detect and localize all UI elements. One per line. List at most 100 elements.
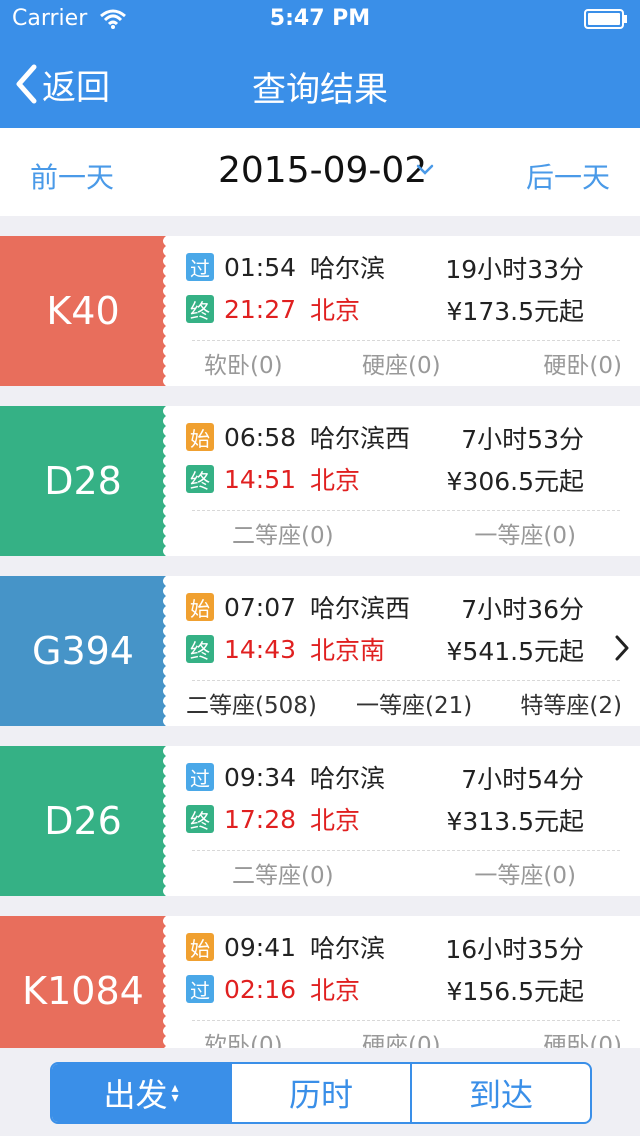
divider bbox=[192, 680, 620, 681]
seat-type: 软卧(0) bbox=[204, 1033, 283, 1048]
departure-time: 06:58 bbox=[224, 422, 297, 452]
travel-duration: 16小时35分 bbox=[445, 935, 584, 964]
divider bbox=[192, 510, 620, 511]
departure-time: 09:34 bbox=[224, 762, 297, 792]
seat-type: 一等座(0) bbox=[474, 523, 576, 549]
train-number-ticket: K1084 bbox=[0, 916, 166, 1048]
departure-station: 哈尔滨 bbox=[310, 764, 386, 793]
sort-arrows-icon: ▴ ▾ bbox=[171, 1080, 179, 1106]
ticket-perforation bbox=[163, 406, 166, 556]
sort-bar: 出发 ▴ ▾ 历时 到达 bbox=[0, 1048, 640, 1136]
end-badge: 终 bbox=[186, 465, 214, 493]
ticket-price: ¥313.5元起 bbox=[446, 807, 584, 836]
sort-by-arrival[interactable]: 到达 bbox=[410, 1064, 590, 1122]
arrival-station: 北京 bbox=[310, 466, 361, 495]
seat-type: 一等座(0) bbox=[474, 863, 576, 889]
ticket-perforation bbox=[163, 746, 166, 896]
end-badge: 终 bbox=[186, 805, 214, 833]
departure-time: 09:41 bbox=[224, 932, 297, 962]
seat-availability: 软卧(0) 硬座(0) 硬卧(0) bbox=[186, 1024, 622, 1048]
end-badge: 终 bbox=[186, 635, 214, 663]
arrival-station: 北京 bbox=[310, 296, 361, 325]
arrival-time: 14:51 bbox=[224, 464, 297, 494]
seat-type: 二等座(0) bbox=[232, 523, 334, 549]
sort-by-duration[interactable]: 历时 bbox=[230, 1064, 410, 1122]
train-number: K40 bbox=[46, 289, 120, 333]
seat-availability: 软卧(0) 硬座(0) 硬卧(0) bbox=[186, 344, 622, 382]
date-selector[interactable]: 2015-09-02 bbox=[218, 150, 427, 191]
arrival-row: 过 02:16 北京 bbox=[186, 972, 360, 1006]
travel-duration: 7小时54分 bbox=[461, 765, 584, 794]
train-number-ticket: K40 bbox=[0, 236, 166, 386]
train-card-k40[interactable]: K40 过 01:54 哈尔滨 终 21:27 北京 19小时33分 ¥173.… bbox=[0, 236, 640, 386]
nav-bar: 返回 查询结果 bbox=[0, 40, 640, 128]
arrival-row: 终 17:28 北京 bbox=[186, 802, 360, 836]
train-card-g394[interactable]: G394 始 07:07 哈尔滨西 终 14:43 北京南 7小时36分 ¥54… bbox=[0, 576, 640, 726]
battery-icon bbox=[584, 9, 627, 29]
start-badge: 始 bbox=[186, 593, 214, 621]
ticket-perforation bbox=[163, 916, 166, 1048]
seat-type: 硬卧(0) bbox=[543, 1033, 622, 1048]
divider bbox=[192, 340, 620, 341]
header: Carrier 5:47 PM 返回 查询结果 bbox=[0, 0, 640, 128]
pass-badge: 过 bbox=[186, 975, 214, 1003]
departure-row: 始 07:07 哈尔滨西 bbox=[186, 590, 410, 624]
prev-day-button[interactable]: 前一天 bbox=[30, 156, 114, 196]
page-title: 查询结果 bbox=[252, 70, 388, 110]
train-card-d26[interactable]: D26 过 09:34 哈尔滨 终 17:28 北京 7小时54分 ¥313.5… bbox=[0, 746, 640, 896]
date-bar: 前一天 2015-09-02 后一天 bbox=[0, 128, 640, 216]
sort-segmented-control: 出发 ▴ ▾ 历时 到达 bbox=[50, 1062, 592, 1124]
train-card-d28[interactable]: D28 始 06:58 哈尔滨西 终 14:51 北京 7小时53分 ¥306.… bbox=[0, 406, 640, 556]
train-number-ticket: D26 bbox=[0, 746, 166, 896]
start-badge: 始 bbox=[186, 933, 214, 961]
ticket-perforation bbox=[163, 236, 166, 386]
arrival-row: 终 21:27 北京 bbox=[186, 292, 360, 326]
seat-availability: 二等座(508) 一等座(21) 特等座(2) bbox=[186, 684, 622, 722]
pass-badge: 过 bbox=[186, 253, 214, 281]
chevron-right-icon[interactable] bbox=[614, 634, 630, 662]
travel-duration: 7小时36分 bbox=[461, 595, 584, 624]
start-badge: 始 bbox=[186, 423, 214, 451]
ticket-perforation bbox=[163, 576, 166, 726]
end-badge: 终 bbox=[186, 295, 214, 323]
divider bbox=[192, 850, 620, 851]
chevron-down-icon[interactable] bbox=[416, 164, 434, 176]
sort-by-departure[interactable]: 出发 ▴ ▾ bbox=[52, 1064, 230, 1122]
train-number: G394 bbox=[32, 629, 134, 673]
ticket-price: ¥156.5元起 bbox=[446, 977, 584, 1006]
departure-row: 始 09:41 哈尔滨 bbox=[186, 930, 385, 964]
seat-type: 二等座(0) bbox=[232, 863, 334, 889]
sort-arrival-label: 到达 bbox=[468, 1076, 533, 1114]
arrival-row: 终 14:43 北京南 bbox=[186, 632, 385, 666]
arrival-station: 北京 bbox=[310, 976, 361, 1005]
departure-station: 哈尔滨西 bbox=[310, 424, 411, 453]
sort-duration-label: 历时 bbox=[288, 1076, 353, 1114]
arrival-station: 北京 bbox=[310, 806, 361, 835]
train-number: D28 bbox=[44, 459, 122, 503]
train-card-k1084[interactable]: K1084 始 09:41 哈尔滨 过 02:16 北京 16小时35分 ¥15… bbox=[0, 916, 640, 1048]
seat-type: 硬卧(0) bbox=[543, 353, 622, 379]
seat-type: 硬座(0) bbox=[362, 353, 441, 379]
seat-type: 硬座(0) bbox=[362, 1033, 441, 1048]
divider bbox=[192, 1020, 620, 1021]
train-number-ticket: G394 bbox=[0, 576, 166, 726]
arrival-row: 终 14:51 北京 bbox=[186, 462, 360, 496]
departure-station: 哈尔滨 bbox=[310, 934, 386, 963]
seat-type: 一等座(21) bbox=[356, 693, 473, 719]
pass-badge: 过 bbox=[186, 763, 214, 791]
departure-time: 07:07 bbox=[224, 592, 297, 622]
ticket-price: ¥173.5元起 bbox=[446, 297, 584, 326]
train-number-ticket: D28 bbox=[0, 406, 166, 556]
clock: 5:47 PM bbox=[269, 6, 371, 31]
seat-type: 特等座(2) bbox=[520, 693, 622, 719]
train-number: K1084 bbox=[22, 969, 144, 1013]
arrival-station: 北京南 bbox=[310, 636, 386, 665]
status-bar: Carrier 5:47 PM bbox=[0, 0, 640, 40]
sort-departure-label: 出发 bbox=[103, 1076, 168, 1114]
arrival-time: 17:28 bbox=[224, 804, 297, 834]
seat-type: 软卧(0) bbox=[204, 353, 283, 379]
arrival-time: 21:27 bbox=[224, 294, 297, 324]
arrival-time: 14:43 bbox=[224, 634, 297, 664]
next-day-button[interactable]: 后一天 bbox=[526, 156, 610, 196]
ticket-price: ¥306.5元起 bbox=[446, 467, 584, 496]
